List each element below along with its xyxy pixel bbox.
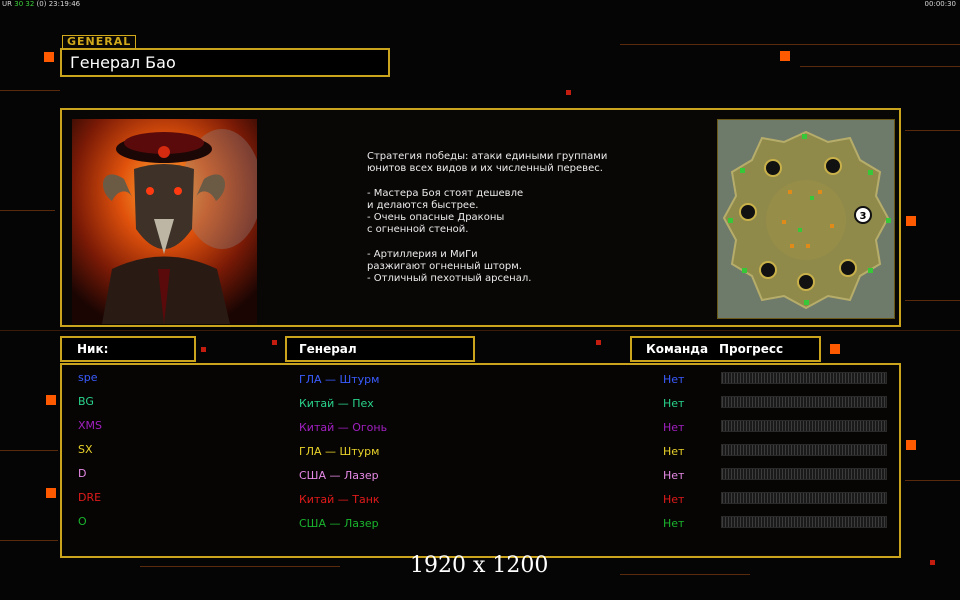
description-line: - Артиллерия и МиГи: [367, 248, 478, 260]
player-nick: SX: [78, 443, 93, 456]
general-description: Стратегия победы: атаки едиными группами…: [367, 151, 687, 285]
player-row: D США — Лазер Нет: [62, 465, 899, 489]
progress-column-header: Прогресс: [719, 342, 784, 356]
fps-overlay: UR 30 32 (0) 23:19:46: [2, 0, 81, 8]
player-general: Китай — Танк: [299, 493, 380, 506]
player-progress-bar: [721, 516, 887, 528]
general-portrait: [72, 119, 257, 324]
player-team: Нет: [663, 397, 685, 410]
player-nick: BG: [78, 395, 94, 408]
player-team: Нет: [663, 517, 685, 530]
player-nick: O: [78, 515, 87, 528]
player-general: США — Лазер: [299, 517, 379, 530]
player-general: США — Лазер: [299, 469, 379, 482]
general-tag: GENERAL: [62, 35, 137, 49]
player-row: DRE Китай — Танк Нет: [62, 489, 899, 513]
player-progress-bar: [721, 444, 887, 456]
player-general: Китай — Пех: [299, 397, 374, 410]
description-line: [367, 236, 687, 248]
player-team: Нет: [663, 469, 685, 482]
player-nick: DRE: [78, 491, 102, 504]
player-general: Китай — Огонь: [299, 421, 388, 434]
player-row: SX ГЛА — Штурм Нет: [62, 441, 899, 465]
description-line: с огненной стеной.: [367, 224, 469, 236]
player-nick: D: [78, 467, 87, 480]
resolution-label: 1920 x 1200: [410, 553, 549, 578]
player-progress-bar: [721, 468, 887, 480]
player-progress-bar: [721, 492, 887, 504]
description-line: - Отличный пехотный арсенал.: [367, 272, 532, 284]
player-row: spe ГЛА — Штурм Нет: [62, 369, 899, 393]
player-team: Нет: [663, 493, 685, 506]
player-nick: spe: [78, 371, 98, 384]
player-team: Нет: [663, 421, 685, 434]
player-list: spe ГЛА — Штурм Нет BG Китай — Пех Нет XMS Кита…: [60, 363, 901, 558]
player-row: BG Китай — Пех Нет: [62, 393, 899, 417]
player-general: ГЛА — Штурм: [299, 373, 380, 386]
description-line: - Очень опасные Драконы: [367, 211, 505, 223]
description-line: [367, 175, 687, 187]
player-row: O США — Лазер Нет: [62, 513, 899, 537]
map-player-count-badge: 3: [860, 211, 867, 222]
team-column-header: Команда: [646, 342, 709, 356]
player-general: ГЛА — Штурм: [299, 445, 380, 458]
clock-overlay: 00:00:30: [924, 0, 956, 8]
player-progress-bar: [721, 420, 887, 432]
general-name-title: Генерал Бао: [60, 48, 390, 77]
player-team: Нет: [663, 373, 685, 386]
player-team: Нет: [663, 445, 685, 458]
player-progress-bar: [721, 372, 887, 384]
general-column-header: Генерал: [285, 336, 475, 362]
nick-column-header: Ник:: [60, 336, 196, 362]
description-line: и делаются быстрее.: [367, 199, 479, 211]
team-progress-header: Команда Прогресс: [630, 336, 821, 362]
map-preview[interactable]: 3: [717, 119, 895, 319]
player-nick: XMS: [78, 419, 103, 432]
player-row: XMS Китай — Огонь Нет: [62, 417, 899, 441]
player-progress-bar: [721, 396, 887, 408]
description-line: - Мастера Боя стоят дешевле: [367, 187, 524, 199]
general-info-panel: Стратегия победы: атаки едиными группами…: [60, 108, 901, 327]
description-line: юнитов всех видов и их численный перевес…: [367, 163, 603, 175]
description-line: разжигают огненный шторм.: [367, 260, 522, 272]
description-line: Стратегия победы: атаки едиными группами: [367, 151, 608, 162]
